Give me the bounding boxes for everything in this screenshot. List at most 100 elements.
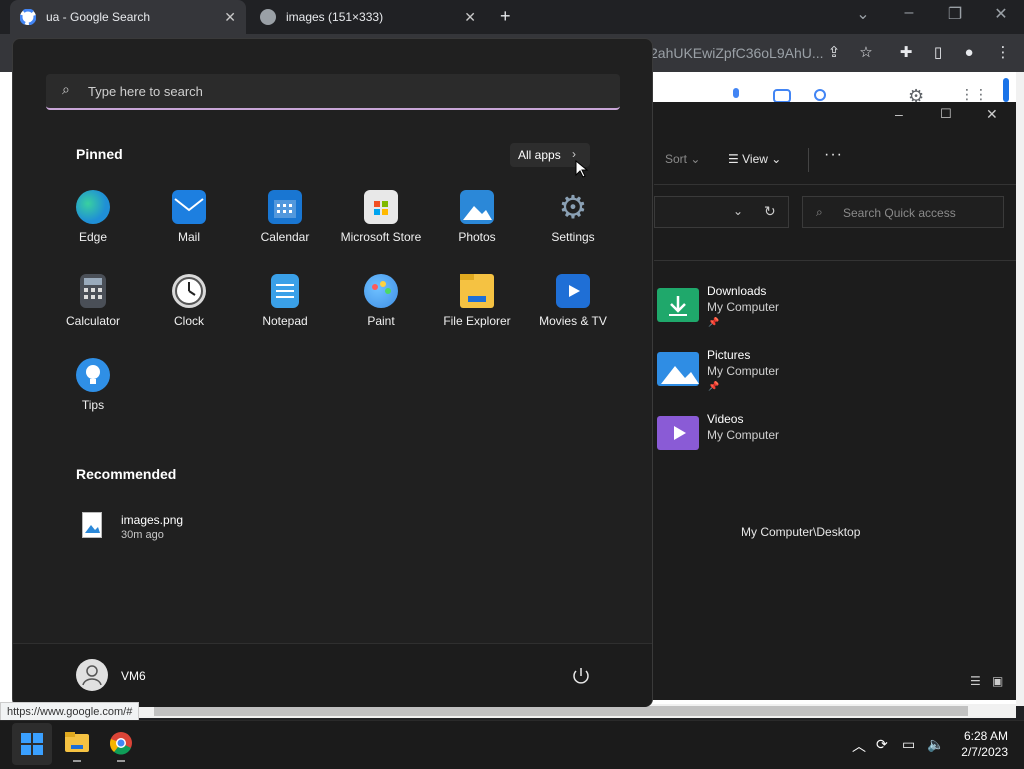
pin-icon: 📌	[708, 381, 720, 391]
pin-icon: 📌	[708, 317, 720, 327]
horizontal-scroll-thumb[interactable]	[154, 706, 968, 716]
explorer-close-icon[interactable]: ✕	[986, 106, 998, 123]
photos-icon	[460, 190, 494, 224]
taskbar-file-explorer[interactable]	[57, 723, 97, 765]
tab-search-chevron-icon[interactable]: ⌄	[843, 4, 883, 24]
recommended-title: Recommended	[76, 466, 177, 482]
pinned-app-edge[interactable]: Edge	[45, 190, 141, 264]
sort-button[interactable]: Sort ⌄	[665, 152, 700, 166]
tab-title: ua - Google Search	[46, 10, 151, 24]
pinned-title: Pinned	[76, 146, 123, 162]
tab-images[interactable]: images (151×333) ✕	[250, 0, 486, 34]
page-scrollbar[interactable]	[1016, 72, 1024, 706]
tab-google-search[interactable]: ua - Google Search ✕	[10, 0, 246, 34]
pinned-app-mail[interactable]: Mail	[141, 190, 237, 264]
lens-icon[interactable]	[772, 88, 792, 103]
folder-name: Pictures	[707, 348, 751, 362]
folder-name: Videos	[707, 412, 744, 426]
pinned-app-calculator[interactable]: Calculator	[45, 274, 141, 348]
quick-access-pictures[interactable]: Pictures My Computer 📌	[655, 348, 995, 404]
view-icon: ☰	[728, 152, 739, 166]
view-button[interactable]: ☰ View ⌄	[728, 152, 781, 166]
restore-icon[interactable]: ❐	[935, 4, 975, 24]
pinned-app-movies-tv[interactable]: Movies & TV	[525, 274, 621, 348]
store-icon	[364, 190, 398, 224]
status-url: https://www.google.com/#	[0, 702, 140, 722]
start-button[interactable]	[12, 723, 52, 765]
app-label: Calendar	[260, 230, 310, 244]
edge-icon	[76, 190, 110, 224]
pinned-app-calendar[interactable]: Calendar	[237, 190, 333, 264]
mail-icon	[172, 190, 206, 224]
pinned-app-settings[interactable]: ⚙ Settings	[525, 190, 621, 264]
menu-icon[interactable]: ⋮	[992, 42, 1014, 64]
recommended-file-name: images.png	[121, 513, 184, 527]
app-label: File Explorer	[443, 314, 511, 328]
taskbar-clock[interactable]: 6:28 AM 2/7/2023	[961, 728, 1008, 760]
app-label: Paint	[367, 314, 395, 328]
tiles-view-icon[interactable]: ▣	[992, 674, 1003, 688]
power-icon[interactable]	[570, 665, 592, 687]
share-icon[interactable]: ⇪	[823, 42, 845, 64]
app-label: Microsoft Store	[340, 230, 422, 244]
apps-grid-icon[interactable]: ⋮⋮	[960, 86, 988, 102]
pinned-app-photos[interactable]: Photos	[429, 190, 525, 264]
pinned-app-file-explorer[interactable]: File Explorer	[429, 274, 525, 348]
sync-icon[interactable]: ⟳	[876, 736, 888, 753]
app-label: Mail	[177, 230, 200, 244]
refresh-icon[interactable]: ↻	[764, 203, 776, 220]
profile-icon[interactable]: ●	[958, 42, 980, 64]
more-options-button[interactable]: ···	[824, 146, 843, 164]
extensions-icon[interactable]: ✚	[895, 42, 917, 64]
quick-access-downloads[interactable]: Downloads My Computer 📌	[655, 284, 995, 340]
network-icon[interactable]: ▭	[902, 736, 915, 753]
sign-in-button[interactable]	[1003, 78, 1009, 102]
videos-folder-icon	[657, 416, 699, 450]
close-window-icon[interactable]: ✕	[981, 4, 1021, 24]
pinned-app-microsoft-store[interactable]: Microsoft Store	[333, 190, 429, 264]
quick-access-videos[interactable]: Videos My Computer	[655, 412, 995, 468]
folder-name: Downloads	[707, 284, 767, 298]
gear-icon: ⚙	[558, 189, 588, 225]
calculator-icon	[80, 274, 106, 308]
pinned-app-clock[interactable]: Clock	[141, 274, 237, 348]
address-bar[interactable]: 2ahUKEwiZpfC36oL9AhU...	[650, 40, 824, 66]
clock-date: 2/7/2023	[961, 745, 1008, 759]
google-icon	[19, 8, 37, 26]
recommended-item[interactable]: images.png 30m ago	[70, 506, 330, 548]
clock-time: 6:28 AM	[963, 729, 1008, 743]
search-icon: ⌕	[62, 81, 70, 97]
app-label: Notepad	[262, 314, 308, 328]
toolbar-divider	[808, 148, 809, 172]
image-file-icon	[82, 512, 102, 538]
movies-icon	[556, 274, 590, 308]
explorer-minimize-icon[interactable]: –	[895, 106, 903, 122]
pinned-app-paint[interactable]: Paint	[333, 274, 429, 348]
sort-label: Sort	[665, 152, 688, 166]
side-panel-icon[interactable]: ▯	[927, 42, 949, 64]
clock-icon	[172, 274, 206, 308]
user-name[interactable]: VM6	[121, 669, 146, 683]
pinned-app-tips[interactable]: Tips	[45, 358, 141, 432]
new-tab-button[interactable]: +	[500, 6, 511, 27]
show-hidden-icons-chevron-icon[interactable]: ︿	[852, 736, 866, 756]
close-tab-icon[interactable]: ✕	[464, 9, 476, 26]
explorer-maximize-icon[interactable]: ☐	[940, 106, 952, 122]
pinned-app-notepad[interactable]: Notepad	[237, 274, 333, 348]
details-view-icon[interactable]: ☰	[970, 674, 981, 688]
folder-location: My Computer	[707, 300, 780, 314]
taskbar-chrome[interactable]	[101, 723, 141, 765]
address-dropdown-icon[interactable]: ⌄	[733, 204, 743, 218]
mic-icon[interactable]	[727, 88, 745, 102]
volume-icon[interactable]: 🔈	[927, 736, 944, 753]
user-avatar[interactable]	[76, 659, 108, 691]
downloads-folder-icon	[657, 288, 699, 322]
star-icon[interactable]: ☆	[855, 42, 877, 64]
notepad-icon	[271, 274, 299, 308]
minimize-icon[interactable]: –	[889, 4, 929, 22]
folder-location: My Computer	[707, 364, 780, 378]
gear-icon[interactable]: ⚙	[908, 86, 930, 106]
search-icon[interactable]	[812, 88, 832, 102]
all-apps-label: All apps	[518, 148, 561, 162]
close-tab-icon[interactable]: ✕	[224, 9, 236, 26]
